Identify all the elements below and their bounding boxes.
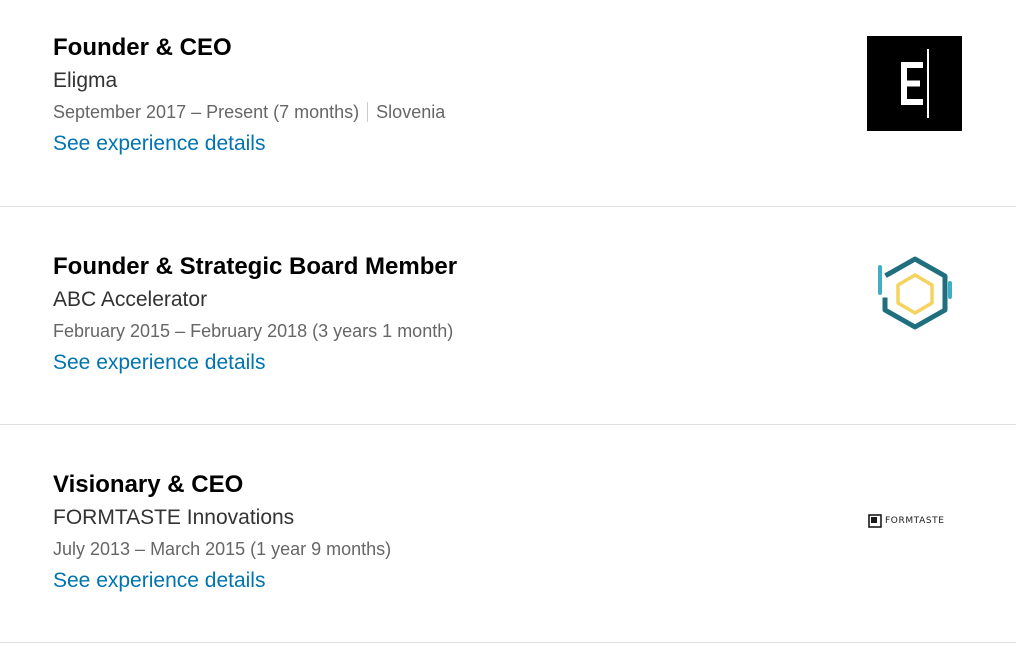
separator (367, 102, 369, 122)
date-range: February 2015 – February 2018 (3 years 1… (53, 321, 454, 341)
formtaste-wordmark: FORMTASTE (885, 516, 945, 526)
company-name: ABC Accelerator (53, 288, 208, 311)
job-title: Founder & Strategic Board Member (53, 253, 458, 280)
experience-info: Founder & Strategic Board Member ABC Acc… (53, 252, 457, 377)
experience-info: Founder & CEO Eligma September 2017 – Pr… (53, 33, 445, 158)
date-range-line: September 2017 – Present (7 months) Slov… (53, 100, 445, 124)
see-experience-details-link[interactable]: See experience details (53, 349, 265, 377)
experience-info: Visionary & CEO FORMTASTE Innovations Ju… (53, 470, 391, 595)
formtaste-logo[interactable]: FORMTASTE (868, 513, 962, 529)
experience-item: Visionary & CEO FORMTASTE Innovations Ju… (0, 425, 1016, 643)
abc-accelerator-logo[interactable] (872, 253, 958, 339)
company-name: FORMTASTE Innovations (53, 506, 295, 529)
hexagon-icon (878, 256, 952, 330)
eligma-logo-icon (867, 36, 962, 131)
job-title: Visionary & CEO (53, 471, 244, 498)
see-experience-details-link[interactable]: See experience details (53, 130, 265, 158)
date-range: July 2013 – March 2015 (1 year 9 months) (53, 539, 392, 559)
see-experience-details-link[interactable]: See experience details (53, 567, 265, 595)
eligma-logo[interactable] (867, 36, 962, 131)
experience-item: Founder & CEO Eligma September 2017 – Pr… (0, 0, 1016, 207)
company-name: Eligma (53, 69, 118, 92)
experience-list: Founder & CEO Eligma September 2017 – Pr… (0, 0, 1016, 643)
date-range-line: July 2013 – March 2015 (1 year 9 months) (53, 537, 391, 561)
experience-item: Founder & Strategic Board Member ABC Acc… (0, 207, 1016, 425)
date-range: September 2017 – Present (7 months) (53, 102, 360, 122)
job-title: Founder & CEO (53, 34, 232, 61)
formtaste-mark-icon (868, 514, 882, 528)
location: Slovenia (376, 102, 446, 122)
date-range-line: February 2015 – February 2018 (3 years 1… (53, 319, 457, 343)
